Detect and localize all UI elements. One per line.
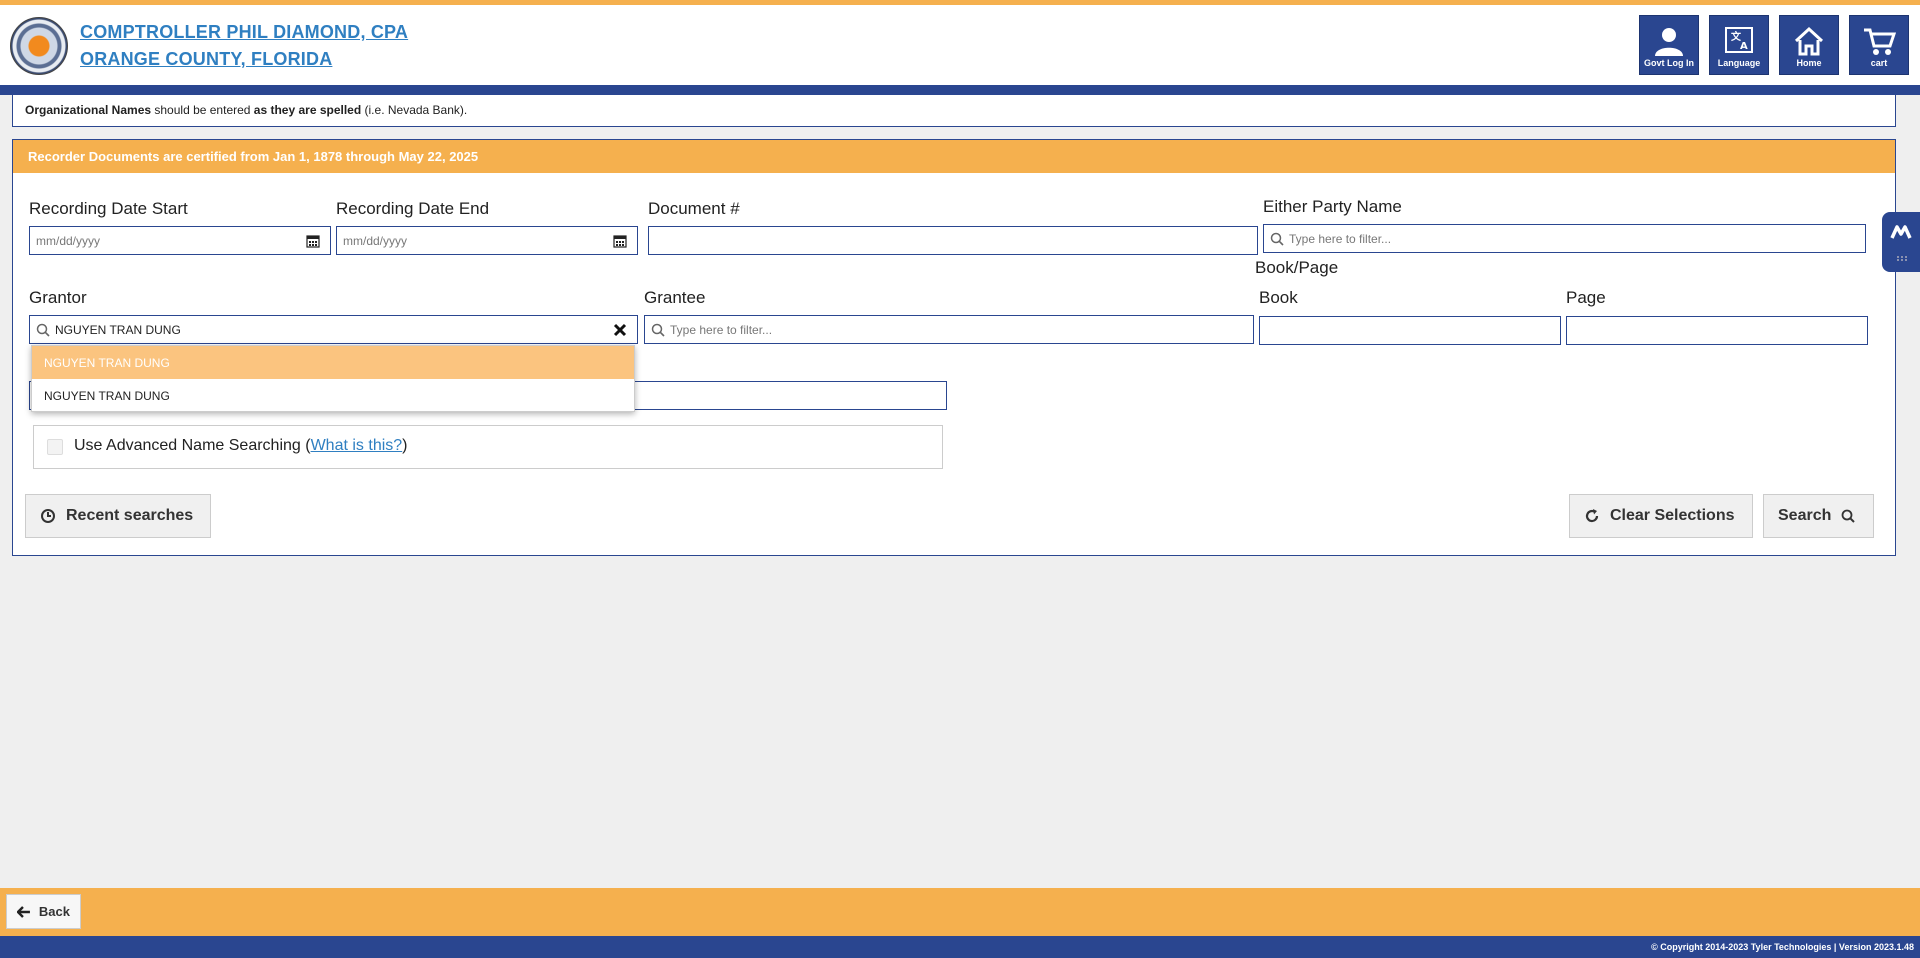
search-icon — [36, 323, 50, 337]
hint-org-names: Organizational Names — [25, 103, 152, 117]
language-button[interactable]: 文 A Language — [1709, 15, 1769, 75]
svg-text:A: A — [1740, 41, 1748, 52]
grantor-input[interactable]: NGUYEN TRAN DUNG — [29, 315, 638, 344]
grantor-value: NGUYEN TRAN DUNG — [55, 322, 181, 337]
recording-date-start-label: Recording Date Start — [29, 199, 188, 218]
home-icon — [1794, 26, 1824, 56]
assistant-logo-icon — [1890, 225, 1912, 261]
language-label: Language — [1717, 58, 1761, 68]
book-label: Book — [1259, 288, 1298, 307]
search-icon — [651, 323, 665, 337]
user-icon — [1655, 28, 1683, 56]
back-label: Back — [38, 904, 70, 919]
grantee-label: Grantee — [644, 288, 706, 307]
search-icon — [1841, 509, 1856, 523]
header-divider-bar — [0, 85, 1920, 95]
clock-icon — [41, 509, 55, 523]
search-icon — [1270, 232, 1284, 246]
site-header: COMPTROLLER PHIL DIAMOND, CPA ORANGE COU… — [0, 5, 1920, 85]
hint-text-2: (i.e. Nevada Bank). — [361, 103, 468, 117]
grantee-placeholder: Type here to filter... — [670, 322, 773, 337]
back-button[interactable]: Back — [6, 894, 81, 929]
comptroller-title-link[interactable]: COMPTROLLER PHIL DIAMOND, CPA — [80, 22, 408, 43]
book-input[interactable] — [1259, 316, 1561, 345]
side-assistant-widget[interactable] — [1882, 212, 1920, 272]
home-label: Home — [1796, 58, 1822, 68]
page-label: Page — [1566, 288, 1606, 307]
grantee-input[interactable]: Type here to filter... — [644, 315, 1254, 344]
cart-button[interactable]: cart — [1849, 15, 1909, 75]
clear-selections-label: Clear Selections — [1610, 507, 1735, 524]
search-button[interactable]: Search — [1763, 494, 1874, 538]
copyright-text: © Copyright 2014-2023 Tyler Technologies… — [1651, 942, 1914, 952]
advanced-label-close: ) — [402, 437, 408, 454]
certification-banner: Recorder Documents are certified from Ja… — [13, 140, 1895, 173]
either-party-label: Either Party Name — [1263, 197, 1402, 216]
grantor-label: Grantor — [29, 288, 87, 307]
either-party-input[interactable]: Type here to filter... — [1263, 224, 1866, 253]
arrow-left-icon — [17, 905, 30, 918]
recent-searches-button[interactable]: Recent searches — [25, 494, 211, 538]
county-seal-logo[interactable] — [10, 17, 68, 75]
clear-grantor-icon[interactable] — [613, 323, 627, 337]
copyright-bar: © Copyright 2014-2023 Tyler Technologies… — [0, 936, 1920, 958]
calendar-icon[interactable] — [306, 234, 320, 248]
what-is-this-link[interactable]: What is this? — [311, 437, 403, 454]
name-entry-hint: Organizational Names should be entered a… — [12, 95, 1896, 127]
govt-login-button[interactable]: Govt Log In — [1639, 15, 1699, 75]
cart-label: cart — [1870, 58, 1888, 68]
home-button[interactable]: Home — [1779, 15, 1839, 75]
refresh-icon — [1585, 509, 1599, 523]
govt-login-label: Govt Log In — [1644, 58, 1694, 68]
calendar-icon[interactable] — [613, 234, 627, 248]
either-party-placeholder: Type here to filter... — [1289, 231, 1392, 246]
clear-selections-button[interactable]: Clear Selections — [1569, 494, 1753, 538]
translate-icon: 文 A — [1725, 27, 1753, 53]
document-number-label: Document # — [648, 199, 740, 218]
advanced-name-search-box: Use Advanced Name Searching (What is thi… — [33, 425, 943, 469]
county-title-link[interactable]: ORANGE COUNTY, FLORIDA — [80, 49, 332, 70]
search-label: Search — [1778, 507, 1832, 524]
recording-date-start-placeholder: mm/dd/yyyy — [36, 233, 101, 248]
cart-icon — [1864, 28, 1896, 55]
hint-text-1: should be entered — [151, 103, 254, 117]
grantor-suggestion-item[interactable]: NGUYEN TRAN DUNG — [32, 346, 634, 379]
footer-bar: Back — [0, 888, 1920, 936]
document-number-input[interactable] — [648, 226, 1258, 255]
grantor-suggestion-item[interactable]: NGUYEN TRAN DUNG — [32, 379, 634, 412]
recording-date-end-placeholder: mm/dd/yyyy — [343, 233, 408, 248]
advanced-name-search-label: Use Advanced Name Searching (What is thi… — [74, 437, 408, 455]
page-input[interactable] — [1566, 316, 1868, 345]
recording-date-end-label: Recording Date End — [336, 199, 490, 218]
search-panel: Recorder Documents are certified from Ja… — [12, 139, 1896, 556]
recording-date-end-input[interactable]: mm/dd/yyyy — [336, 226, 638, 255]
advanced-name-search-checkbox[interactable] — [47, 439, 63, 455]
book-page-group-label: Book/Page — [1255, 258, 1339, 277]
hint-as-spelled: as they are spelled — [253, 103, 362, 117]
recent-searches-label: Recent searches — [66, 507, 194, 524]
advanced-label-text: Use Advanced Name Searching ( — [74, 437, 311, 454]
grantor-suggestions-dropdown: NGUYEN TRAN DUNG NGUYEN TRAN DUNG — [31, 345, 635, 412]
recording-date-start-input[interactable]: mm/dd/yyyy — [29, 226, 331, 255]
